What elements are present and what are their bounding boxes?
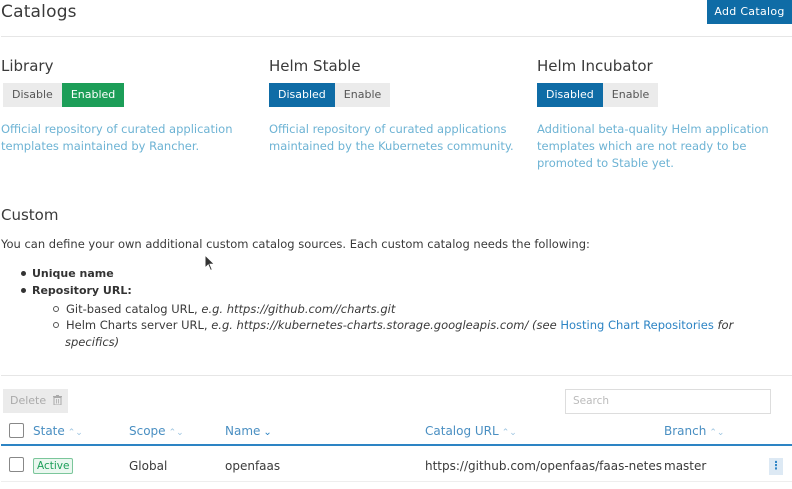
custom-intro-text: You can define your own additional custo… [1, 237, 590, 251]
list-item: Repository URL: [21, 284, 132, 301]
bullet-icon [21, 270, 26, 276]
trash-icon [52, 395, 62, 406]
requirement-text: (see [528, 318, 561, 332]
sort-icon: ⌃⌄ [709, 428, 725, 438]
requirement-label: Repository URL: [32, 284, 132, 297]
bullet-icon [21, 287, 26, 293]
page-title: Catalogs [1, 2, 77, 22]
column-label: Catalog URL [425, 424, 499, 438]
catalog-title: Helm Incubator [537, 57, 653, 75]
helm-url-item: Helm Charts server URL, e.g. https://kub… [53, 317, 768, 334]
helm-stable-toggle: Disabled Enable [269, 83, 524, 107]
catalog-library: Library Disable Enabled Official reposit… [1, 57, 256, 155]
table-cell-name[interactable]: openfaas [225, 459, 280, 473]
delete-button[interactable]: Delete [3, 389, 68, 413]
helm-stable-disabled-option[interactable]: Disabled [269, 83, 335, 107]
column-header-name[interactable]: Name ⌄ [225, 424, 272, 438]
requirement-text: Git-based catalog URL, [66, 302, 202, 316]
circle-bullet-icon [53, 305, 59, 312]
table-cell-branch: master [664, 459, 707, 473]
requirement-label: Unique name [32, 267, 114, 280]
requirement-text: Helm Charts server URL, [66, 318, 212, 332]
status-badge: Active [33, 458, 74, 474]
requirement-example: e.g. https://github.com//charts.git [201, 302, 396, 316]
table-cell-catalog-url[interactable]: https://github.com/openfaas/faas-netes [425, 459, 662, 473]
divider [1, 36, 792, 37]
column-label: State [33, 424, 65, 438]
helm-incubator-toggle: Disabled Enable [537, 83, 792, 107]
row-divider [1, 481, 792, 482]
library-toggle: Disable Enabled [1, 83, 256, 107]
column-label: Name [225, 424, 261, 438]
table-cell-scope: Global [129, 459, 168, 473]
hosting-chart-repositories-link[interactable]: Hosting Chart Repositories [560, 318, 714, 332]
library-enabled-option[interactable]: Enabled [61, 83, 125, 107]
helm-stable-enable-option[interactable]: Enable [334, 83, 391, 107]
catalog-title: Library [1, 57, 54, 75]
search-input[interactable]: Search [565, 389, 771, 414]
custom-section-title: Custom [1, 206, 59, 224]
column-label: Scope [129, 424, 166, 438]
git-url-item: Git-based catalog URL, e.g. https://gith… [53, 301, 395, 318]
column-header-state[interactable]: State ⌃⌄ [33, 424, 83, 438]
circle-bullet-icon [53, 321, 59, 328]
add-catalog-button[interactable]: Add Catalog [707, 0, 792, 24]
helm-incubator-enable-option[interactable]: Enable [602, 83, 659, 107]
requirement-text: specifics) [65, 335, 120, 349]
table-header-underline [1, 444, 792, 446]
sort-icon: ⌃⌄ [501, 428, 517, 438]
table-cell-state: Active [33, 458, 74, 474]
library-disable-option[interactable]: Disable [3, 83, 62, 107]
requirements-list: Unique name Repository URL: [21, 267, 132, 301]
column-header-catalog-url[interactable]: Catalog URL ⌃⌄ [425, 424, 517, 438]
catalog-description: Official repository of curated applicati… [1, 122, 233, 153]
requirement-text: for [713, 318, 734, 332]
catalog-description: Official repository of curated applicati… [269, 122, 514, 153]
row-actions-kebab-icon[interactable]: ⋮ [769, 458, 783, 475]
column-header-scope[interactable]: Scope ⌃⌄ [129, 424, 184, 438]
catalog-helm-incubator: Helm Incubator Disabled Enable Additiona… [537, 57, 792, 172]
row-checkbox[interactable] [9, 457, 24, 472]
sort-icon: ⌃⌄ [168, 428, 184, 438]
delete-label: Delete [10, 394, 47, 407]
helm-url-item-continued: specifics) [65, 334, 119, 351]
catalog-title: Helm Stable [269, 57, 361, 75]
select-all-checkbox[interactable] [9, 423, 24, 438]
sort-down-icon: ⌄ [263, 427, 272, 438]
divider [1, 375, 792, 376]
column-label: Branch [664, 424, 707, 438]
catalog-description: Additional beta-quality Helm application… [537, 122, 769, 170]
column-header-branch[interactable]: Branch ⌃⌄ [664, 424, 724, 438]
sort-icon: ⌃⌄ [67, 428, 83, 438]
helm-incubator-disabled-option[interactable]: Disabled [537, 83, 603, 107]
catalog-helm-stable: Helm Stable Disabled Enable Official rep… [269, 57, 524, 155]
list-item: Unique name [21, 267, 132, 284]
requirement-example: e.g. https://kubernetes-charts.storage.g… [211, 318, 529, 332]
mouse-cursor-icon [204, 254, 216, 272]
